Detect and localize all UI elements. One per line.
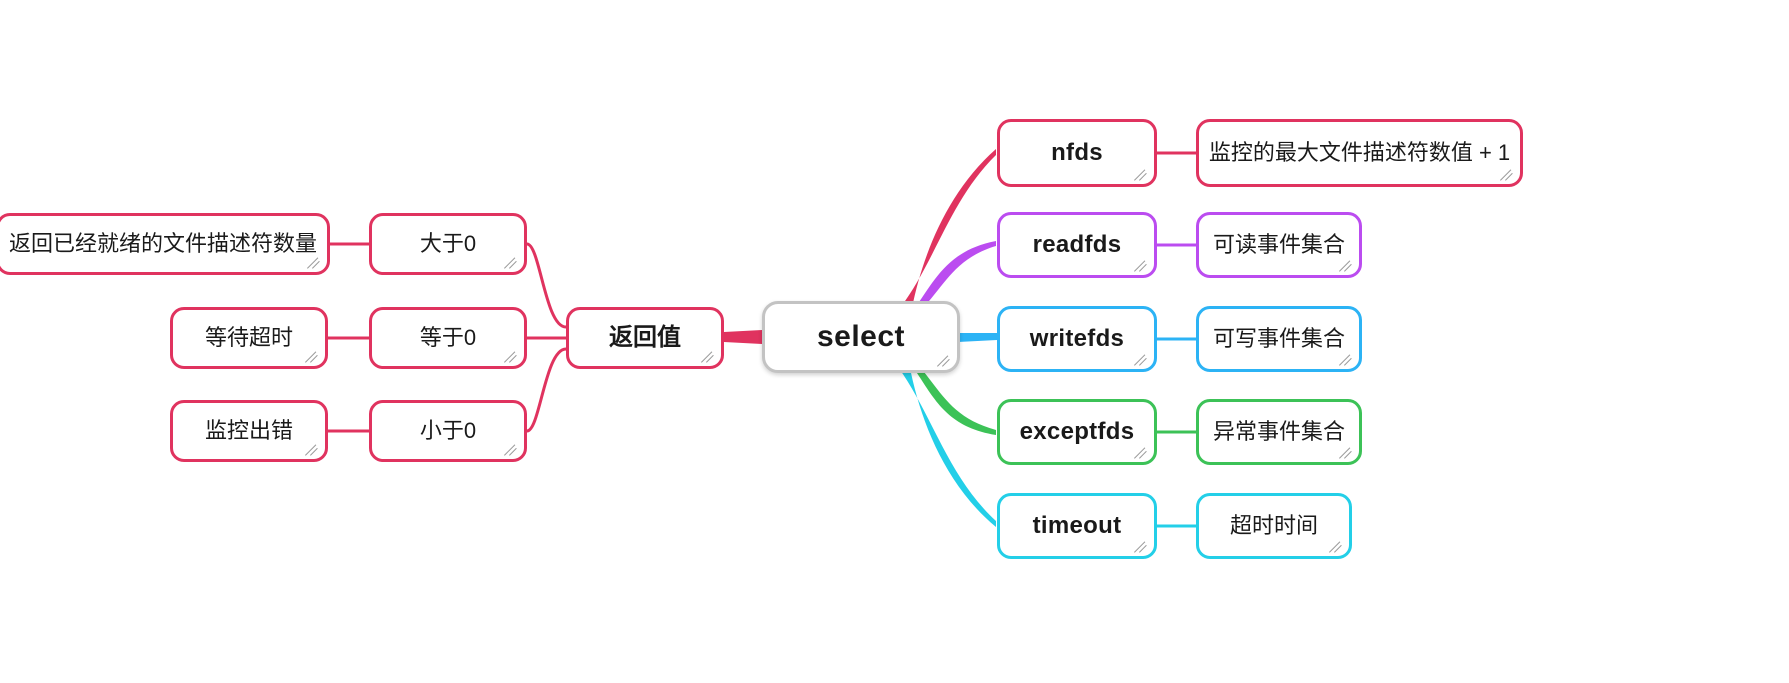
node-exceptfds-description[interactable]: 异常事件集合 bbox=[1196, 399, 1362, 465]
resize-grip-icon[interactable] bbox=[504, 440, 519, 456]
node-timeout-description-label: 超时时间 bbox=[1229, 513, 1318, 539]
node-monitor-error-label: 监控出错 bbox=[204, 418, 293, 444]
node-nfds-description[interactable]: 监控的最大文件描述符数值 + 1 bbox=[1196, 119, 1523, 187]
node-ready-fd-count[interactable]: 返回已经就绪的文件描述符数量 bbox=[0, 213, 330, 275]
resize-grip-icon[interactable] bbox=[504, 253, 519, 269]
resize-grip-icon[interactable] bbox=[1500, 165, 1515, 181]
node-timeout-label: timeout bbox=[1032, 512, 1122, 540]
resize-grip-icon[interactable] bbox=[1339, 256, 1354, 272]
node-monitor-error[interactable]: 监控出错 bbox=[170, 400, 328, 462]
edge-return-greater bbox=[525, 242, 568, 329]
node-nfds-description-label: 监控的最大文件描述符数值 + 1 bbox=[1208, 140, 1511, 166]
resize-grip-icon[interactable] bbox=[937, 351, 952, 367]
node-greater-than-zero[interactable]: 大于0 bbox=[369, 213, 527, 275]
node-writefds-label: writefds bbox=[1029, 325, 1125, 353]
node-timeout-description[interactable]: 超时时间 bbox=[1196, 493, 1352, 559]
resize-grip-icon[interactable] bbox=[701, 347, 716, 363]
resize-grip-icon[interactable] bbox=[504, 347, 519, 363]
node-exceptfds-label: exceptfds bbox=[1019, 418, 1135, 446]
node-readfds-description-label: 可读事件集合 bbox=[1212, 232, 1345, 258]
node-readfds-label: readfds bbox=[1032, 231, 1122, 259]
node-less-than-zero[interactable]: 小于0 bbox=[369, 400, 527, 462]
edge-select-nfds bbox=[900, 149, 996, 308]
node-ready-fd-count-label: 返回已经就绪的文件描述符数量 bbox=[9, 231, 318, 257]
edge-return-less bbox=[525, 347, 568, 433]
resize-grip-icon[interactable] bbox=[1339, 443, 1354, 459]
resize-grip-icon[interactable] bbox=[1134, 350, 1149, 366]
edge-select-readfds bbox=[915, 241, 996, 309]
node-wait-timeout[interactable]: 等待超时 bbox=[170, 307, 328, 369]
node-select-label: select bbox=[816, 319, 906, 353]
edge-select-writefds bbox=[958, 333, 997, 342]
node-exceptfds[interactable]: exceptfds bbox=[997, 399, 1157, 465]
resize-grip-icon[interactable] bbox=[1134, 256, 1149, 272]
node-return-value-label: 返回值 bbox=[609, 324, 681, 352]
node-writefds-description-label: 可写事件集合 bbox=[1212, 326, 1345, 352]
mindmap-canvas: select nfds readfds writefds exceptfds t… bbox=[0, 0, 1789, 683]
node-select[interactable]: select bbox=[762, 301, 960, 373]
node-writefds-description[interactable]: 可写事件集合 bbox=[1196, 306, 1362, 372]
resize-grip-icon[interactable] bbox=[305, 440, 320, 456]
node-timeout[interactable]: timeout bbox=[997, 493, 1157, 559]
node-nfds-label: nfds bbox=[1051, 139, 1103, 167]
node-readfds[interactable]: readfds bbox=[997, 212, 1157, 278]
node-nfds[interactable]: nfds bbox=[997, 119, 1157, 187]
edge-select-return-value bbox=[724, 330, 762, 344]
node-equal-zero[interactable]: 等于0 bbox=[369, 307, 527, 369]
edge-select-exceptfds bbox=[913, 367, 996, 435]
node-return-value[interactable]: 返回值 bbox=[566, 307, 724, 369]
node-readfds-description[interactable]: 可读事件集合 bbox=[1196, 212, 1362, 278]
node-equal-zero-label: 等于0 bbox=[419, 325, 477, 351]
resize-grip-icon[interactable] bbox=[1339, 350, 1354, 366]
resize-grip-icon[interactable] bbox=[305, 347, 320, 363]
node-writefds[interactable]: writefds bbox=[997, 306, 1157, 372]
node-greater-than-zero-label: 大于0 bbox=[419, 231, 477, 257]
node-less-than-zero-label: 小于0 bbox=[419, 418, 477, 444]
resize-grip-icon[interactable] bbox=[1134, 537, 1149, 553]
node-wait-timeout-label: 等待超时 bbox=[204, 325, 293, 351]
resize-grip-icon[interactable] bbox=[1329, 537, 1344, 553]
edge-select-timeout bbox=[898, 367, 996, 527]
resize-grip-icon[interactable] bbox=[1134, 165, 1149, 181]
node-exceptfds-description-label: 异常事件集合 bbox=[1212, 419, 1345, 445]
